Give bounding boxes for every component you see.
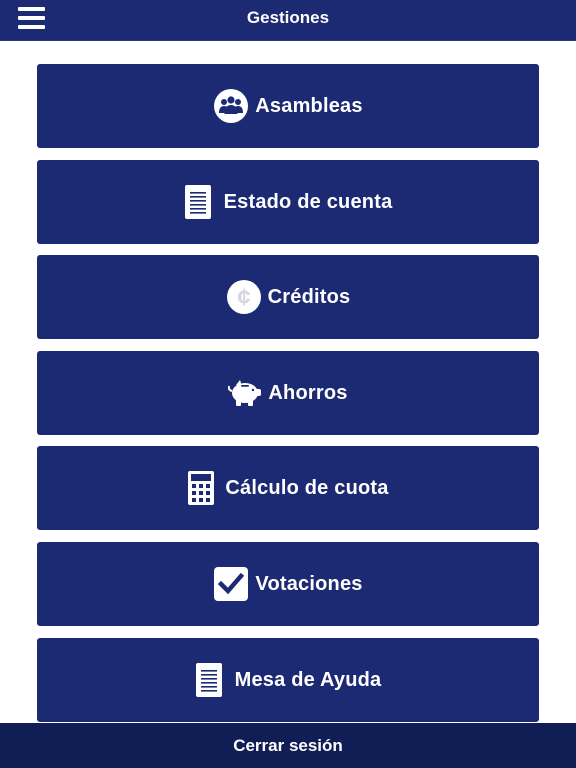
menu-item-label: Ahorros bbox=[268, 381, 348, 404]
menu-item-ahorros[interactable]: Ahorros bbox=[37, 351, 539, 435]
menu-item-mesa-de-ayuda[interactable]: Mesa de Ayuda bbox=[37, 638, 539, 722]
document-icon bbox=[195, 662, 223, 698]
menu-item-asambleas[interactable]: Asambleas bbox=[37, 64, 539, 148]
colon-currency-icon: ¢ bbox=[226, 279, 262, 315]
menu-item-label: Cálculo de cuota bbox=[225, 476, 389, 499]
menu-item-label: Créditos bbox=[267, 285, 351, 308]
menu-item-estado-de-cuenta[interactable]: Estado de cuenta bbox=[37, 160, 539, 244]
piggy-bank-icon bbox=[228, 378, 264, 408]
checkbox-icon bbox=[213, 566, 249, 602]
menu-item-creditos[interactable]: ¢ Créditos bbox=[37, 255, 539, 339]
menu-item-calculo-de-cuota[interactable]: Cálculo de cuota bbox=[37, 446, 539, 530]
logout-label: Cerrar sesión bbox=[233, 735, 343, 755]
menu-item-label: Asambleas bbox=[255, 94, 363, 117]
svg-text:¢: ¢ bbox=[237, 284, 250, 311]
menu-item-label: Votaciones bbox=[255, 572, 363, 595]
page-title: Gestiones bbox=[246, 8, 330, 27]
people-group-icon bbox=[213, 88, 249, 124]
logout-button[interactable]: Cerrar sesión bbox=[0, 723, 576, 768]
menu-item-votaciones[interactable]: Votaciones bbox=[37, 542, 539, 626]
top-navigation-bar: Gestiones bbox=[0, 0, 576, 41]
menu-item-label: Estado de cuenta bbox=[223, 190, 393, 213]
document-icon bbox=[184, 184, 212, 220]
menu-item-label: Mesa de Ayuda bbox=[234, 668, 382, 691]
calculator-icon bbox=[187, 470, 215, 506]
